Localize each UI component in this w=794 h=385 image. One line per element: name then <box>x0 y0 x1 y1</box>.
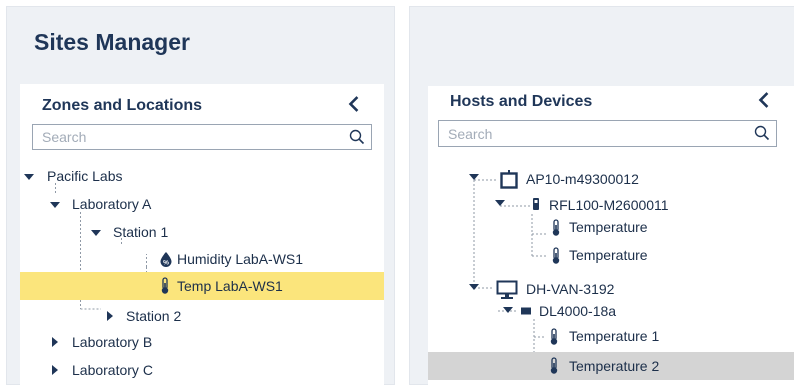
tree-item-label: Laboratory C <box>72 362 153 378</box>
tree-item-label: Temperature 1 <box>569 328 660 344</box>
thermometer-icon <box>552 219 560 236</box>
page-title: Sites Manager <box>34 29 190 55</box>
tree-item-pacific-labs[interactable]: Pacific Labs <box>20 162 384 190</box>
svg-text:%: % <box>163 260 169 267</box>
caret-down-icon[interactable] <box>49 199 61 211</box>
humidity-drop-icon: % <box>160 252 172 267</box>
thermometer-icon <box>550 357 558 374</box>
tree-item-laboratory-c[interactable]: Laboratory C <box>20 356 384 384</box>
tree-item-laboratory-b[interactable]: Laboratory B <box>20 328 384 356</box>
thermometer-icon <box>161 277 169 294</box>
tree-item-temperature-b[interactable]: Temperature <box>428 242 794 270</box>
hosts-devices-card: Hosts and Devices Search AP10-m49300012 … <box>428 86 794 385</box>
tree-item-label: Temperature 2 <box>569 358 660 374</box>
caret-down-icon[interactable] <box>23 171 35 183</box>
logger-device-icon <box>521 307 531 315</box>
tree-item-ap10[interactable]: AP10-m49300012 <box>428 166 794 194</box>
tree-item-station-2[interactable]: Station 2 <box>20 302 384 330</box>
tree-item-label: Humidity LabA-WS1 <box>177 251 304 267</box>
thermometer-icon <box>550 328 558 345</box>
tree-item-humidity-laba-ws1[interactable]: % Humidity LabA-WS1 <box>20 245 384 273</box>
tree-item-temperature-2[interactable]: Temperature 2 <box>428 352 794 380</box>
caret-right-icon[interactable] <box>49 336 61 348</box>
tree-item-label: DL4000-18a <box>539 303 617 319</box>
hosts-devices-panel: Hosts and Devices Search AP10-m49300012 … <box>409 6 794 385</box>
tree-item-label: Station 1 <box>113 224 169 240</box>
computer-icon <box>496 280 518 299</box>
caret-down-icon[interactable] <box>468 171 480 183</box>
tree-item-label: Laboratory B <box>72 334 153 350</box>
caret-down-icon[interactable] <box>468 281 480 293</box>
access-point-icon <box>500 170 518 189</box>
thermometer-icon <box>552 247 560 264</box>
tree-item-temp-laba-ws1[interactable]: Temp LabA-WS1 <box>20 272 384 300</box>
tree-item-station-1[interactable]: Station 1 <box>20 218 384 246</box>
tree-item-label: Temperature <box>569 219 648 235</box>
tree-item-label: RFL100-M2600011 <box>549 197 669 213</box>
tree-item-label: AP10-m49300012 <box>526 171 639 187</box>
tree-item-laboratory-a[interactable]: Laboratory A <box>20 190 384 218</box>
caret-down-icon[interactable] <box>502 304 514 316</box>
tree-item-dl4000[interactable]: DL4000-18a <box>428 298 794 326</box>
zones-locations-card: Zones and Locations Search Pacific Labs … <box>20 84 384 385</box>
tree-item-label: Temperature <box>569 247 648 263</box>
tree-item-temperature-1[interactable]: Temperature 1 <box>428 323 794 351</box>
tree-item-label: Laboratory A <box>72 196 152 212</box>
caret-down-icon[interactable] <box>90 227 102 239</box>
sensor-device-icon <box>533 198 539 210</box>
caret-down-icon[interactable] <box>494 197 506 209</box>
tree-item-label: DH-VAN-3192 <box>526 281 615 297</box>
tree-item-label: Station 2 <box>126 308 182 324</box>
caret-right-icon[interactable] <box>49 364 61 376</box>
tree-item-label: Pacific Labs <box>47 168 123 184</box>
sites-manager-panel: Sites Manager Zones and Locations Search… <box>6 6 395 385</box>
caret-right-icon[interactable] <box>104 310 116 322</box>
tree-item-temperature-a[interactable]: Temperature <box>428 214 794 242</box>
tree-item-label: Temp LabA-WS1 <box>177 278 283 294</box>
